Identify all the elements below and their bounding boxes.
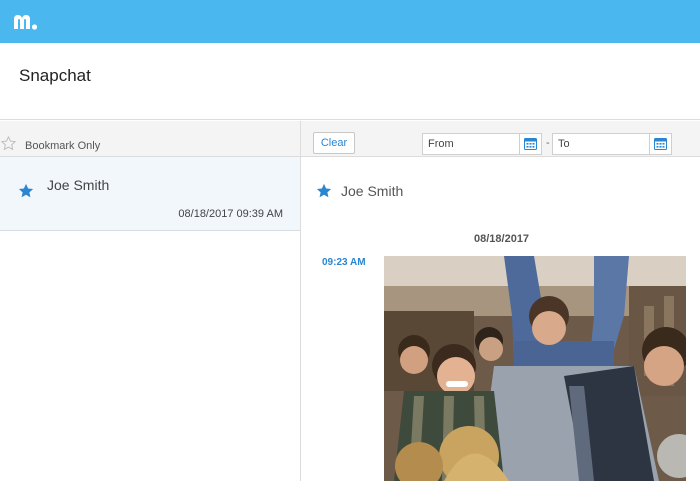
title-bar: Snapchat xyxy=(0,43,700,120)
conversation-timestamp: 08/18/2017 09:39 AM xyxy=(178,208,283,220)
mspy-logo-icon[interactable] xyxy=(12,11,40,33)
page-title: Snapchat xyxy=(19,66,91,85)
pane-divider xyxy=(300,121,301,481)
bookmark-only-label[interactable]: Bookmark Only xyxy=(25,140,100,152)
right-toolbar: Clear From - To xyxy=(301,121,700,157)
party-photo-image xyxy=(384,256,686,481)
star-filled-icon[interactable] xyxy=(17,182,35,200)
to-calendar-button[interactable] xyxy=(649,134,671,154)
star-outline-icon[interactable] xyxy=(0,135,17,152)
from-date-field[interactable]: From xyxy=(422,133,542,155)
calendar-icon xyxy=(654,138,667,150)
chat-date-header: 08/18/2017 xyxy=(474,233,530,245)
left-toolbar: Bookmark Only xyxy=(0,121,300,157)
top-bar xyxy=(0,0,700,43)
photo-attachment[interactable] xyxy=(384,256,686,481)
to-date-field[interactable]: To xyxy=(552,133,672,155)
message-time: 09:23 AM xyxy=(322,257,366,268)
from-calendar-button[interactable] xyxy=(519,134,541,154)
to-date-placeholder: To xyxy=(558,138,570,150)
clear-button[interactable]: Clear xyxy=(313,132,355,154)
conversation-list-item[interactable]: Joe Smith 08/18/2017 09:39 AM xyxy=(0,157,300,231)
star-filled-icon[interactable] xyxy=(315,182,333,200)
chat-contact-name: Joe Smith xyxy=(341,183,404,199)
calendar-icon xyxy=(524,138,537,150)
conversation-contact-name: Joe Smith xyxy=(47,177,110,193)
from-date-placeholder: From xyxy=(428,138,454,150)
date-range-separator: - xyxy=(546,137,550,149)
